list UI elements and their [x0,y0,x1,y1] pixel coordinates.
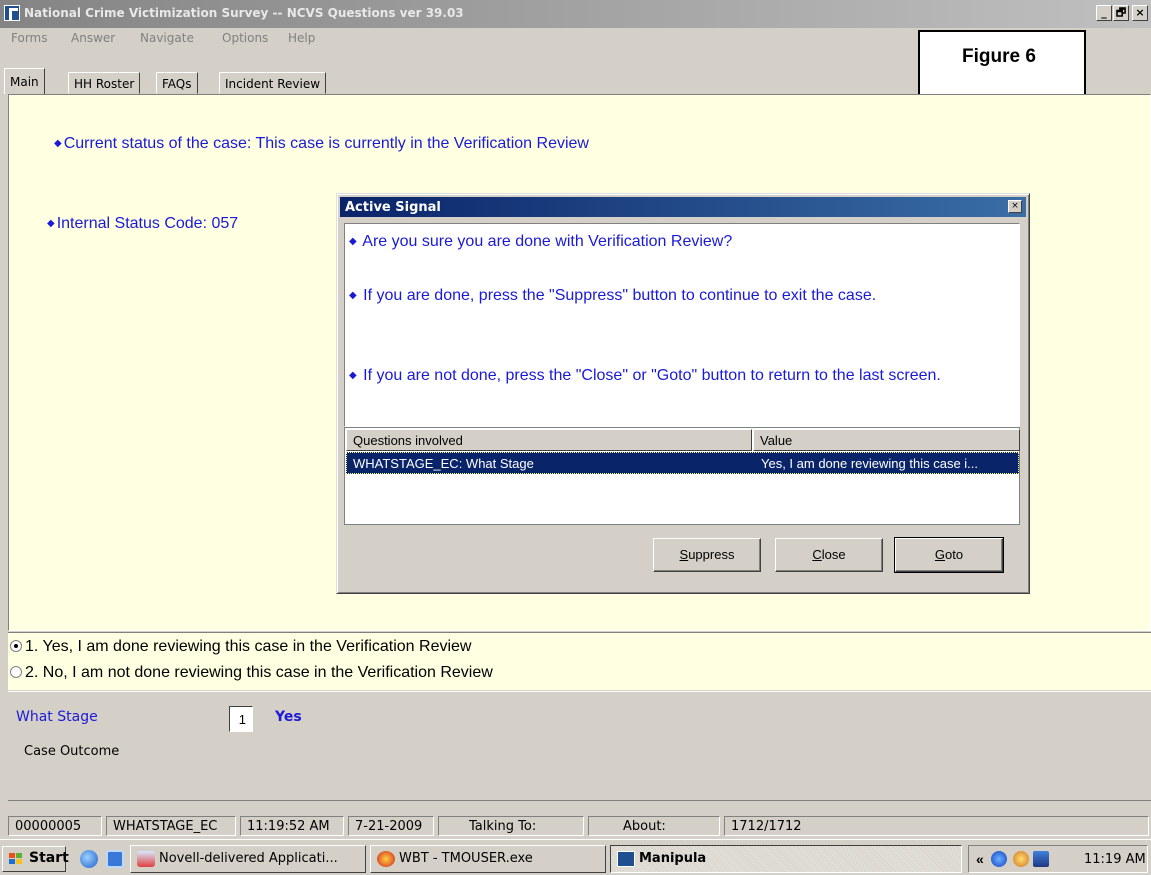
start-label: Start [29,850,69,866]
signal-message-2-text: If you are done, press the "Suppress" bu… [363,287,877,304]
radio-unselected-icon[interactable] [10,666,22,678]
status-field-name: WHATSTAGE_EC [106,816,236,836]
questions-involved-grid: Questions involved Value WHATSTAGE_EC: W… [344,427,1020,525]
task-manipula[interactable]: Manipula [610,845,962,873]
status-time: 11:19:52 AM [240,816,344,836]
browser-quicklaunch-icon[interactable] [106,850,124,868]
start-button[interactable]: Start [2,846,69,872]
bullet-icon: ◆ [349,290,357,301]
case-status-text: Current status of the case: This case is… [63,135,589,152]
bullet-icon: ◆ [349,370,357,381]
signal-message-area: ◆ Are you sure you are done with Verific… [344,223,1020,427]
figure-label: Figure 6 [962,46,1036,67]
field-label[interactable]: What Stage [16,709,98,725]
system-tray: « 11:19 AM [968,845,1148,873]
task-label: Manipula [639,851,707,866]
task-novell-applications[interactable]: Novell-delivered Applicati... [130,845,366,873]
task-label: WBT - TMOUSER.exe [399,851,533,866]
answer-option-1-text: 1. Yes, I am done reviewing this case in… [25,638,472,655]
dialog-close-icon[interactable]: × [1008,200,1022,213]
minimize-button[interactable]: _ [1096,5,1112,21]
grid-header-value[interactable]: Value [753,429,1020,451]
internal-status-line: ◆ Internal Status Code: 057 [47,215,238,233]
tab-main[interactable]: Main [4,68,45,94]
task-wbt-tmouser[interactable]: WBT - TMOUSER.exe [370,845,606,873]
display-monitor-icon[interactable] [1033,851,1049,867]
menu-help[interactable]: Help [288,31,315,45]
radio-selected-icon[interactable] [10,640,22,652]
case-status-line: ◆ Current status of the case: This case i… [54,135,589,153]
answer-panel: 1. Yes, I am done reviewing this case in… [8,632,1151,690]
wbt-app-icon [377,851,395,867]
taskbar: Start Novell-delivered Applicati... WBT … [0,839,1151,875]
tab-strip: Main HH Roster FAQs Incident Review [0,68,1151,94]
system-clock[interactable]: 11:19 AM [1084,852,1146,867]
suppress-button[interactable]: Suppress [653,538,761,572]
grid-cell-question: WHATSTAGE_EC: What Stage [353,456,534,471]
signal-message-2: ◆ If you are done, press the "Suppress" … [349,284,1019,308]
tab-incident-review[interactable]: Incident Review [219,72,327,94]
info-panel [8,691,1151,801]
tray-expand-icon[interactable]: « [976,851,984,867]
dialog-title: Active Signal [345,200,441,215]
status-case-id: 00000005 [8,816,102,836]
close-label: lose [821,547,846,562]
grid-header-questions[interactable]: Questions involved [346,429,752,451]
tab-faqs[interactable]: FAQs [156,72,198,94]
manipula-app-icon [617,851,635,867]
dialog-title-bar[interactable]: Active Signal × [340,197,1026,217]
menu-forms[interactable]: Forms [11,31,47,45]
bullet-icon: ◆ [54,138,62,149]
menu-options[interactable]: Options [222,31,268,45]
table-row[interactable]: WHATSTAGE_EC: What Stage Yes, I am done … [346,452,1019,474]
signal-message-3: ◆ If you are not done, press the "Close"… [349,364,1019,388]
status-date: 7-21-2009 [348,816,434,836]
signal-message-1-text: Are you sure you are done with Verificat… [362,233,733,250]
suppress-accel: S [679,547,689,562]
bullet-icon: ◆ [47,218,55,229]
close-accel: C [812,547,822,562]
internet-explorer-icon[interactable] [80,850,98,868]
menu-answer[interactable]: Answer [71,31,115,45]
tab-hh-roster[interactable]: HH Roster [68,72,141,94]
status-page-count: 1712/1712 [724,816,1149,836]
signal-message-1: ◆ Are you sure you are done with Verific… [349,230,1019,254]
window-title: National Crime Victimization Survey -- N… [24,6,464,20]
goto-label: oto [945,547,964,562]
what-stage-input[interactable]: 1 [229,706,253,732]
window-title-bar[interactable]: National Crime Victimization Survey -- N… [0,0,1151,28]
active-signal-dialog: Active Signal × ◆ Are you sure you are d… [336,193,1030,594]
task-label: Novell-delivered Applicati... [159,851,338,866]
grid-cell-value: Yes, I am done reviewing this case i... [761,456,979,471]
answer-option-2[interactable]: 2. No, I am not done reviewing this case… [10,664,493,682]
bullet-icon: ◆ [349,236,357,247]
close-button[interactable]: Close [775,538,883,572]
goto-button[interactable]: Goto [894,537,1004,573]
network-icon[interactable] [991,851,1007,867]
suppress-label: uppress [688,547,735,562]
status-talking-to: Talking To: [438,816,584,836]
restore-button[interactable]: 🗗 [1113,5,1129,21]
status-bar: 00000005 WHATSTAGE_EC 11:19:52 AM 7-21-2… [0,814,1151,838]
field-description: Case Outcome [24,744,120,759]
signal-message-3-text: If you are not done, press the "Close" o… [363,367,941,384]
windows-logo-icon [9,853,23,865]
app-icon[interactable] [4,5,20,21]
status-about: About: [588,816,720,836]
goto-accel: G [934,547,946,562]
novell-app-icon [137,851,155,867]
internal-status-text: Internal Status Code: 057 [56,215,239,232]
security-shield-icon[interactable] [1013,851,1029,867]
answer-option-1[interactable]: 1. Yes, I am done reviewing this case in… [10,638,471,656]
menu-navigate[interactable]: Navigate [140,31,194,45]
answer-option-2-text: 2. No, I am not done reviewing this case… [25,664,493,681]
field-value-text: Yes [275,709,302,725]
close-window-button[interactable]: × [1132,5,1148,21]
